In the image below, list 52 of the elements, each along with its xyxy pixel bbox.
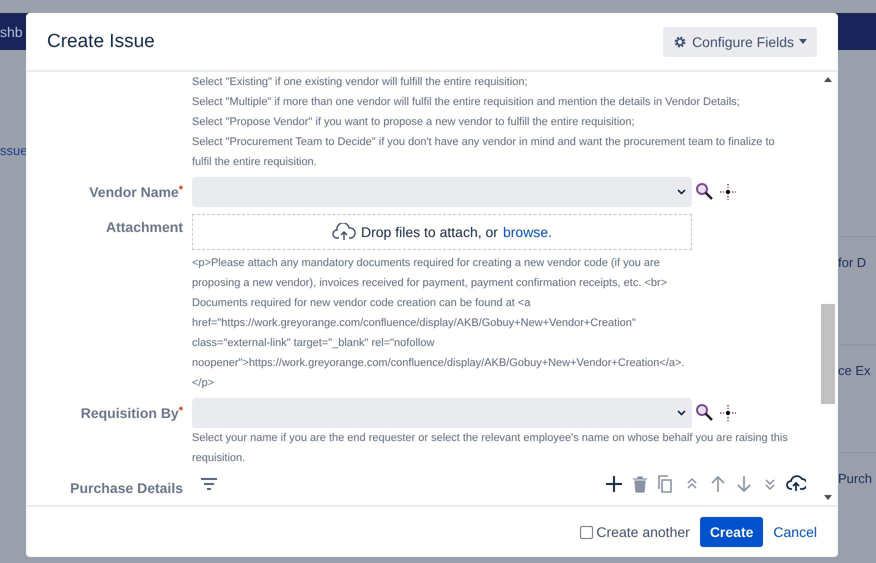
search-icon[interactable] (695, 403, 715, 423)
cloud-upload-icon[interactable] (786, 474, 806, 494)
help-text: fulfil the entire requisition. (192, 155, 318, 170)
card-title: ce Ex (838, 363, 871, 378)
scroll-down-icon[interactable] (824, 495, 832, 500)
required-asterisk: * (178, 184, 183, 196)
help-text: </p> (192, 376, 216, 391)
field-label: Attachment (106, 219, 183, 235)
chevron-down-icon (677, 189, 686, 195)
create-another-label: Create another (596, 524, 690, 540)
plus-icon[interactable] (604, 474, 624, 494)
help-text: Select "Procurement Team to Decide" if you don't have any vendor in mind and want the procurement team to finalize to (192, 135, 776, 150)
configure-fields-button[interactable]: Configure Fields (663, 26, 817, 56)
field-label: Purchase Details (70, 480, 183, 496)
help-text: <p>Please attach any mandatory documents required for creating a new vendor code (if you are (192, 256, 661, 271)
select-field[interactable] (192, 398, 692, 428)
create-button[interactable]: Create (700, 517, 764, 547)
help-text: class="external-link" target="_blank" rel="nofollow (192, 336, 436, 351)
scroll-up-icon[interactable] (824, 77, 832, 82)
card-title: Purch (838, 471, 872, 486)
cloud-upload-icon (332, 223, 356, 241)
help-text: Documents required for new vendor code creation can be found at <a (192, 296, 532, 311)
select-field[interactable] (192, 177, 692, 207)
issues-link[interactable]: ssue (0, 143, 28, 159)
crosshair-icon[interactable] (718, 403, 738, 423)
field-label: Requisition By (80, 405, 179, 421)
drop-text: Drop files to attach, or (361, 224, 498, 240)
help-text: Select "Propose Vendor" if you want to propose a new vendor to fulfill the entire requisition; (192, 115, 636, 130)
help-text: Select your name if you are the end requester or select the relevant employee's name on whose behalf you are raising this (192, 431, 789, 446)
help-text: Select "Existing" if one existing vendor will fulfill the entire requisition; (192, 75, 529, 90)
trash-icon[interactable] (630, 474, 650, 494)
chevron-down-icon (677, 410, 686, 416)
scrollbar-thumb[interactable] (820, 304, 834, 404)
help-text: Select "Multiple" if more than one vendor will fulfil the entire requisition and mention the details in Vendor Details; (192, 95, 741, 110)
help-text: noopener">https://work.greyorange.com/confluence/display/AKB/Gobuy+New+Vendor+Creation</a>. (192, 356, 686, 371)
crosshair-icon[interactable] (718, 182, 738, 202)
file-drop-zone[interactable]: Drop files to attach, or browse. (192, 214, 692, 250)
card-title: for D (838, 255, 866, 270)
dialog-title: Create Issue (47, 30, 155, 52)
required-asterisk: * (178, 405, 183, 417)
cancel-link[interactable]: Cancel (773, 524, 817, 540)
checkbox[interactable] (580, 526, 594, 538)
help-text: href="https://work.greyorange.com/confluence/display/AKB/Gobuy+New+Vendor+Creation" (192, 316, 637, 331)
search-icon[interactable] (695, 182, 715, 202)
browse-link[interactable]: browse. (502, 224, 552, 240)
filter-lines-icon[interactable] (200, 476, 218, 490)
nav-link[interactable]: shb (0, 24, 23, 40)
gear-icon (673, 34, 688, 48)
help-text: proposing a new vendor), invoices received for payment, payment confirmation receipts, etc. <br> (192, 276, 668, 291)
help-text: requisition. (192, 451, 246, 466)
caret-icon (799, 39, 807, 44)
field-label: Vendor Name (89, 184, 179, 200)
